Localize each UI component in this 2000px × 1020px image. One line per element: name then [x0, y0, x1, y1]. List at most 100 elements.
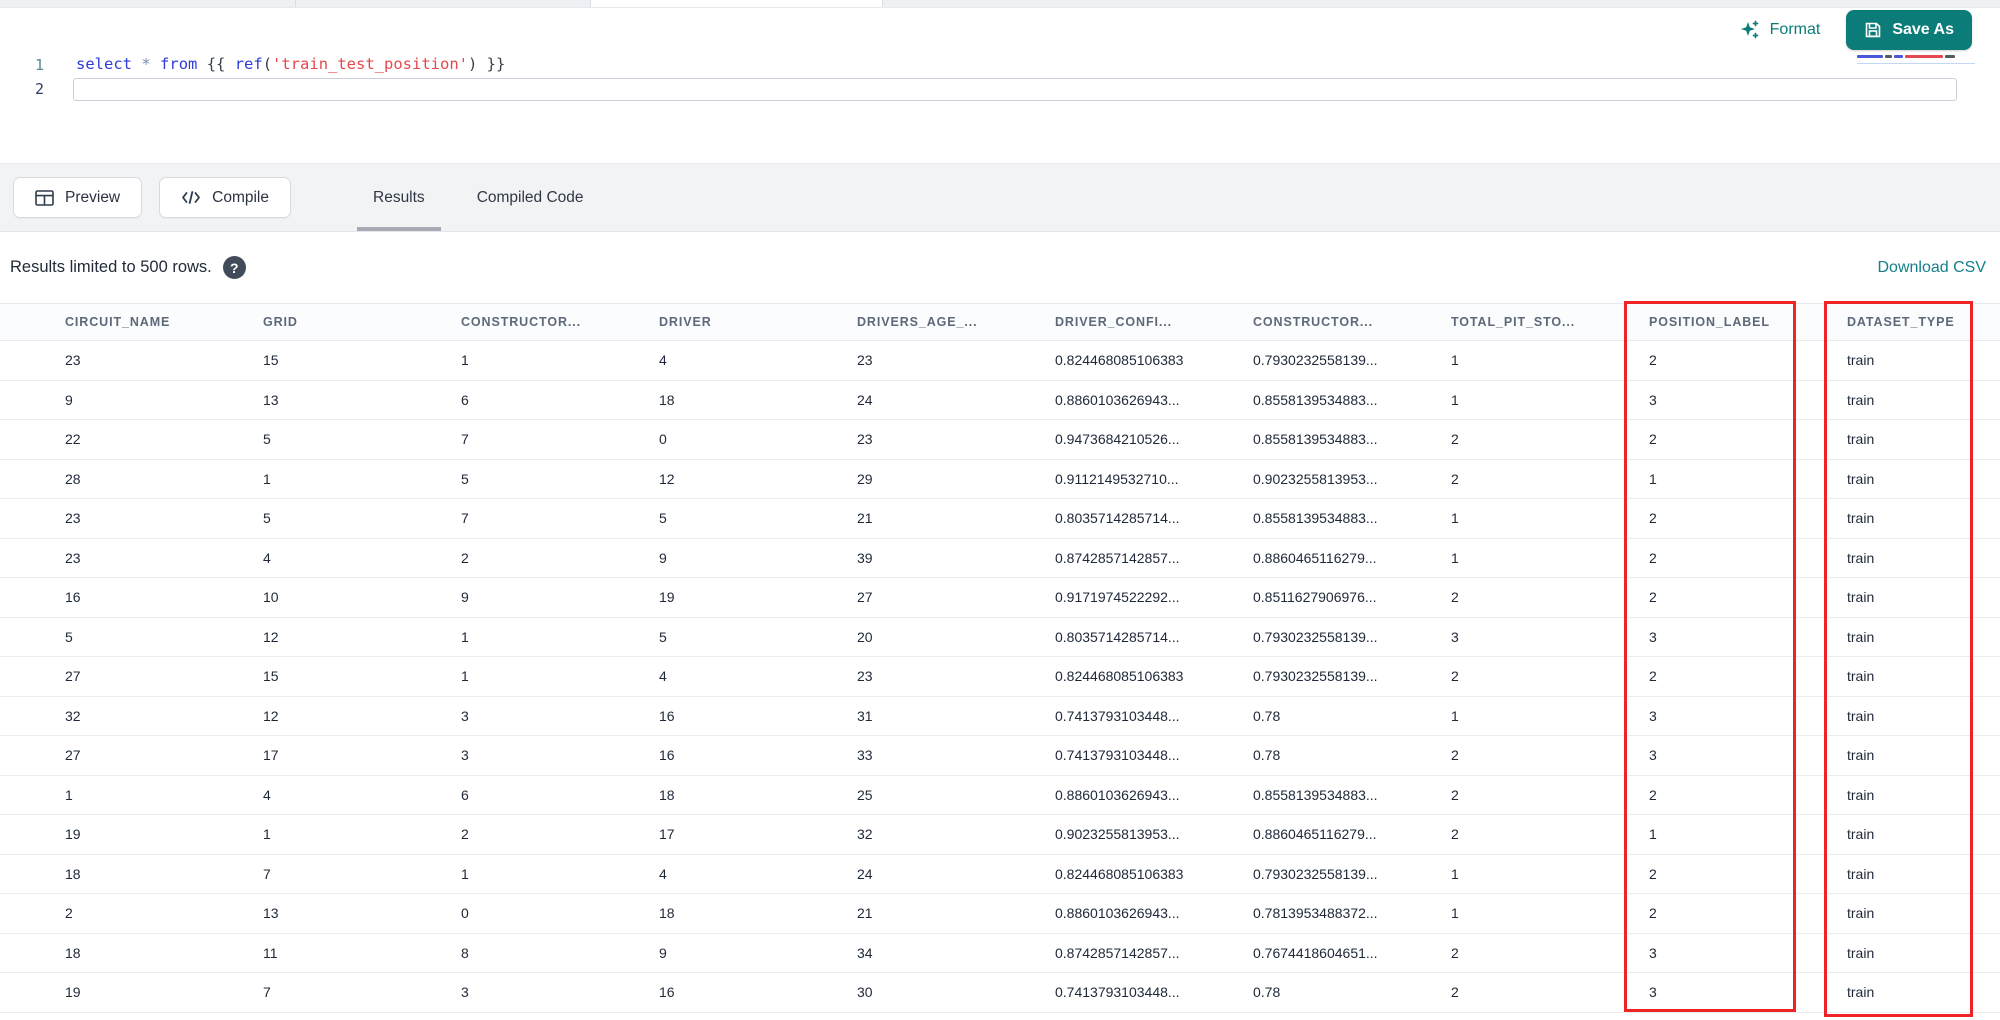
- editor-minimap: [1857, 55, 1975, 65]
- annotation-box-position-label: [1624, 301, 1796, 1012]
- table-cell: 32: [857, 826, 873, 843]
- table-cell: 23: [857, 668, 873, 685]
- table-cell: 13: [263, 391, 279, 408]
- table-cell: 0.8558139534883...: [1253, 786, 1378, 803]
- table-cell: 0.7413793103448...: [1055, 984, 1180, 1001]
- table-cell: 1: [263, 470, 271, 487]
- table-cell: 0.7413793103448...: [1055, 707, 1180, 724]
- code-token-keyword: ref: [234, 55, 263, 73]
- table-cell: 16: [659, 984, 675, 1001]
- tab-separator: [295, 0, 296, 7]
- table-cell: 1: [1451, 707, 1459, 724]
- column-header: TOTAL_PIT_STO...: [1451, 315, 1576, 329]
- format-label: Format: [1769, 21, 1821, 38]
- table-cell: 5: [65, 628, 73, 645]
- table-cell: 0.78: [1253, 984, 1281, 1001]
- tab-separator: [590, 0, 591, 7]
- code-line-1[interactable]: select * from {{ ref('train_test_positio…: [76, 55, 505, 73]
- table-cell: 0.9023255813953...: [1055, 826, 1180, 843]
- table-cell: 27: [65, 668, 81, 685]
- help-icon[interactable]: ?: [222, 256, 246, 279]
- table-cell: 18: [65, 865, 81, 882]
- column-header: DRIVERS_AGE_...: [857, 315, 978, 329]
- row-limit-note: Results limited to 500 rows.: [10, 258, 212, 276]
- table-cell: 1: [461, 668, 469, 685]
- column-header: DRIVER_CONFI...: [1055, 315, 1172, 329]
- table-cell: 2: [1451, 589, 1459, 606]
- table-cell: 5: [461, 470, 469, 487]
- table-cell: 4: [659, 865, 667, 882]
- table-cell: 1: [461, 352, 469, 369]
- table-cell: 0.8558139534883...: [1253, 431, 1378, 448]
- table-cell: 16: [659, 747, 675, 764]
- table-cell: 0.8035714285714...: [1055, 628, 1180, 645]
- code-token-plain: ) }}: [468, 55, 506, 73]
- table-cell: 0.824468085106383: [1055, 352, 1184, 369]
- table-cell: 30: [857, 984, 873, 1001]
- results-tabs: Results Compiled Code: [347, 164, 610, 231]
- table-cell: 5: [263, 510, 271, 527]
- table-cell: 1: [1451, 865, 1459, 882]
- tab-compiled-code[interactable]: Compiled Code: [451, 164, 610, 231]
- code-token-plain: {{: [197, 55, 235, 73]
- table-cell: 28: [65, 470, 81, 487]
- download-csv-link[interactable]: Download CSV: [1878, 259, 1987, 277]
- table-cell: 15: [263, 352, 279, 369]
- table-cell: 0.8742857142857...: [1055, 944, 1180, 961]
- table-cell: 1: [263, 826, 271, 843]
- table-icon: [35, 189, 54, 206]
- table-cell: 17: [659, 826, 675, 843]
- table-cell: 0.8035714285714...: [1055, 510, 1180, 527]
- table-cell: 39: [857, 549, 873, 566]
- table-cell: 2: [1451, 944, 1459, 961]
- table-cell: 13: [263, 905, 279, 922]
- preview-label: Preview: [65, 188, 121, 206]
- table-cell: 9: [659, 944, 667, 961]
- table-cell: 0.8860103626943...: [1055, 786, 1180, 803]
- table-cell: 32: [65, 707, 81, 724]
- table-cell: 1: [65, 786, 73, 803]
- table-cell: 27: [65, 747, 81, 764]
- compile-button[interactable]: Compile: [159, 177, 291, 218]
- table-cell: 2: [65, 905, 73, 922]
- table-cell: 7: [263, 865, 271, 882]
- active-line-highlight[interactable]: [73, 78, 1957, 101]
- table-cell: 0.78: [1253, 707, 1281, 724]
- results-action-bar: Preview Compile Results Compiled Code: [0, 163, 2000, 232]
- table-cell: 18: [659, 786, 675, 803]
- table-cell: 0.7413793103448...: [1055, 747, 1180, 764]
- table-cell: 12: [263, 707, 279, 724]
- table-cell: 18: [659, 905, 675, 922]
- table-cell: 34: [857, 944, 873, 961]
- table-cell: 0: [461, 905, 469, 922]
- table-cell: 3: [1451, 628, 1459, 645]
- table-cell: 3: [461, 747, 469, 764]
- active-file-tab[interactable]: [590, 0, 882, 7]
- table-cell: 0.8742857142857...: [1055, 549, 1180, 566]
- table-cell: 18: [65, 944, 81, 961]
- save-as-button[interactable]: Save As: [1846, 10, 1972, 50]
- preview-button[interactable]: Preview: [13, 177, 143, 218]
- save-icon: [1864, 21, 1882, 39]
- table-cell: 19: [65, 984, 81, 1001]
- table-cell: 21: [857, 510, 873, 527]
- table-cell: 17: [263, 747, 279, 764]
- table-cell: 1: [1451, 510, 1459, 527]
- table-cell: 8: [461, 944, 469, 961]
- table-cell: 20: [857, 628, 873, 645]
- code-token-string: 'train_test_position': [272, 55, 468, 73]
- table-cell: 0.8511627906976...: [1253, 589, 1377, 606]
- code-token-plain: (: [262, 55, 273, 73]
- sql-code-editor[interactable]: 1 2 select * from {{ ref('train_test_pos…: [0, 52, 2000, 163]
- table-cell: 25: [857, 786, 873, 803]
- tab-results[interactable]: Results: [347, 164, 451, 231]
- format-button[interactable]: Format: [1739, 19, 1821, 41]
- compile-label: Compile: [212, 188, 269, 206]
- table-cell: 2: [461, 826, 469, 843]
- table-cell: 0.8860103626943...: [1055, 905, 1180, 922]
- code-token-keyword: from: [160, 55, 198, 73]
- table-cell: 23: [65, 549, 81, 566]
- table-cell: 7: [461, 510, 469, 527]
